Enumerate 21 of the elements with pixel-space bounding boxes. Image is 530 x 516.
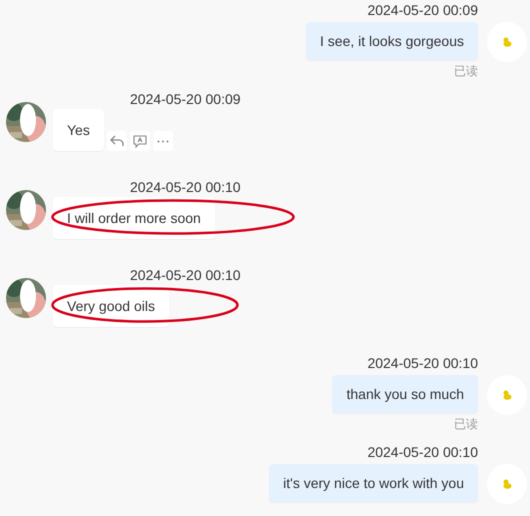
duck-icon [502, 37, 512, 47]
more-icon [156, 140, 169, 142]
message-time: 2024-05-20 00:09 [367, 2, 478, 18]
message-time: 2024-05-20 00:10 [367, 355, 478, 371]
message-time: 2024-05-20 00:10 [367, 444, 478, 460]
reply-icon [110, 135, 124, 147]
translate-button[interactable] [130, 131, 150, 151]
read-receipt: 已读 [454, 63, 478, 79]
more-button[interactable] [152, 131, 173, 151]
message-bubble: Yes [53, 109, 104, 151]
message-bubble: I see, it looks gorgeous [306, 22, 478, 60]
message-time: 2024-05-20 00:10 [130, 179, 241, 195]
read-receipt: 已读 [454, 416, 478, 432]
duck-icon [502, 390, 512, 400]
duck-icon [502, 479, 512, 489]
reply-button[interactable] [106, 131, 127, 151]
translate-icon [132, 134, 147, 148]
message-bubble: thank you so much [332, 375, 478, 413]
message-bubble: it's very nice to work with you [269, 464, 478, 502]
message-time: 2024-05-20 00:10 [130, 267, 241, 283]
message-time: 2024-05-20 00:09 [130, 91, 241, 107]
